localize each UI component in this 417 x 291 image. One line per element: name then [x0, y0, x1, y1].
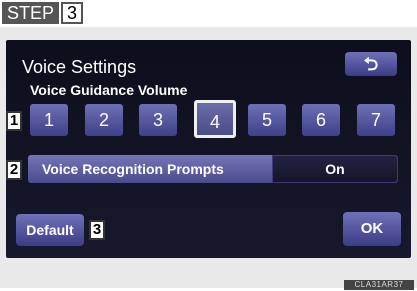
volume-level-4-button-selected[interactable]: 4 [194, 100, 236, 138]
step-label: STEP [2, 2, 60, 24]
volume-level-2-button[interactable]: 2 [85, 104, 123, 136]
back-button[interactable]: ⮌ [345, 52, 397, 76]
step-badge: STEP 3 [2, 2, 84, 24]
volume-level-3-button[interactable]: 3 [139, 104, 177, 136]
volume-level-6-button[interactable]: 6 [302, 104, 340, 136]
callout-1: 1 [6, 111, 22, 131]
ok-button[interactable]: OK [343, 212, 401, 246]
return-arrow-icon: ⮌ [363, 54, 379, 74]
voice-recognition-prompts-label: Voice Recognition Prompts [28, 155, 272, 183]
page-title: Voice Settings [22, 57, 137, 77]
default-button[interactable]: Default [16, 214, 84, 246]
volume-level-7-button[interactable]: 7 [357, 104, 395, 136]
volume-level-5-button[interactable]: 5 [248, 104, 286, 136]
callout-2: 2 [6, 160, 22, 180]
volume-level-1-button[interactable]: 1 [30, 104, 68, 136]
voice-recognition-prompts-toggle[interactable]: Voice Recognition Prompts On [28, 155, 398, 183]
callout-3: 3 [89, 220, 105, 240]
figure-code: CLA31AR37 [344, 280, 414, 290]
voice-recognition-prompts-value: On [273, 156, 397, 182]
voice-guidance-volume-label: Voice Guidance Volume [30, 82, 188, 98]
step-number: 3 [61, 2, 84, 24]
